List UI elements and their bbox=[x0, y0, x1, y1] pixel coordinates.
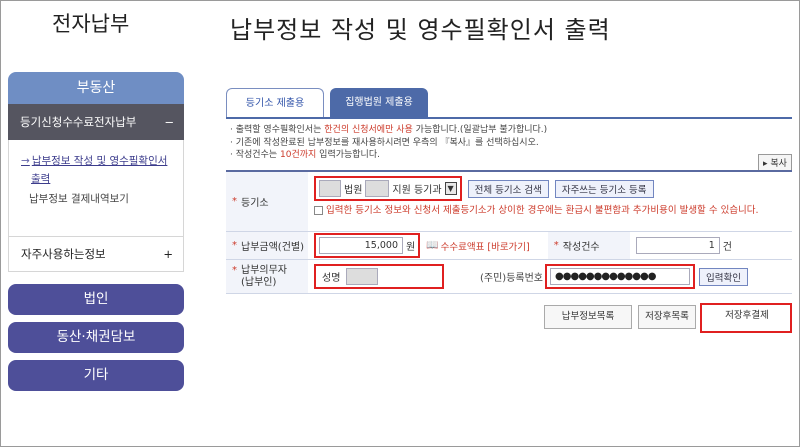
row-amount: * 납부금액(건별) 15,000 원 📖 수수료액표 [바로가기] * 작성건수 … bbox=[226, 232, 792, 260]
sidebar-button-movable-collateral[interactable]: 동산·채권담보 bbox=[8, 322, 184, 353]
sidebar-item-write-payment[interactable]: → 납부정보 작성 및 영수필확인서 bbox=[21, 152, 175, 170]
sidebar-item-write-payment-cont[interactable]: 출력 bbox=[21, 170, 175, 188]
book-icon: 📖 bbox=[426, 240, 439, 251]
arrow-right-icon: → bbox=[21, 155, 30, 167]
sidebar: 부동산 등기신청수수료전자납부 − → 납부정보 작성 및 영수필확인서 출력 납… bbox=[8, 72, 184, 391]
label-payer: * 납부의무자 (납부인) bbox=[226, 260, 308, 293]
save-and-pay-button[interactable]: 저장후결제 bbox=[707, 305, 787, 329]
copy-button[interactable]: ▸ 복사 bbox=[758, 154, 792, 171]
search-all-registry-button[interactable]: 전체 등기소 검색 bbox=[467, 179, 549, 198]
registry-warning: 입력한 등기소 정보와 신청서 제출등기소가 상이한 경우에는 환급시 불편함과… bbox=[314, 204, 786, 217]
sidebar-button-corporation[interactable]: 법인 bbox=[8, 284, 184, 315]
court-select[interactable] bbox=[319, 180, 341, 197]
sidebar-item-frequent-info[interactable]: 자주사용하는정보 + bbox=[8, 236, 184, 272]
amount-box: 15,000 원 bbox=[314, 233, 421, 258]
warning-checkbox[interactable] bbox=[314, 206, 323, 215]
note-3: · 작성건수는 10건까지 입력가능합니다. bbox=[230, 150, 380, 160]
row-registry: * 등기소 법원 지원 등기과 ▼ 전체 등기소 검색 자주쓰는 등기소 등록 입… bbox=[226, 172, 792, 232]
label-count: * 작성건수 bbox=[547, 232, 630, 259]
expand-icon[interactable]: + bbox=[163, 247, 173, 261]
brand-title: 전자납부 bbox=[52, 12, 130, 36]
instruction-notes: · 출력할 영수필확인서는 한건의 신청서에만 사용 가능합니다.(일괄납부 불… bbox=[230, 124, 547, 162]
sidebar-item-payment-history[interactable]: 납부정보 결제내역보기 bbox=[21, 190, 175, 208]
fee-table-link[interactable]: 수수료액표 [바로가기] bbox=[441, 239, 530, 253]
tab-registry-submission[interactable]: 등기소 제출용 bbox=[226, 88, 324, 118]
payer-name-input[interactable] bbox=[346, 268, 379, 285]
confirm-input-button[interactable]: 입력확인 bbox=[699, 267, 748, 286]
tab-underline bbox=[226, 117, 792, 119]
collapse-icon[interactable]: − bbox=[164, 115, 174, 129]
sidebar-subitems: → 납부정보 작성 및 영수필확인서 출력 납부정보 결제내역보기 bbox=[8, 140, 184, 236]
amount-input[interactable]: 15,000 bbox=[319, 237, 403, 254]
row-payer: * 납부의무자 (납부인) 성명 (주민)등록번호 ●●●●●●●●●●●●● 입… bbox=[226, 260, 792, 294]
note-1: · 출력할 영수필확인서는 한건의 신청서에만 사용 가능합니다.(일괄납부 불… bbox=[230, 125, 548, 135]
payment-list-button[interactable]: 납부정보목록 bbox=[544, 305, 632, 329]
payer-id-input[interactable]: ●●●●●●●●●●●●● bbox=[550, 268, 691, 285]
sidebar-header-real-estate[interactable]: 부동산 bbox=[8, 72, 184, 104]
label-amount: * 납부금액(건별) bbox=[226, 232, 308, 259]
page-title: 납부정보 작성 및 영수필확인서 출력 bbox=[230, 16, 611, 44]
sidebar-section-fee-payment[interactable]: 등기신청수수료전자납부 − bbox=[8, 104, 184, 140]
registry-selector[interactable]: 법원 지원 등기과 ▼ bbox=[314, 176, 462, 201]
payer-name-box: 성명 bbox=[314, 264, 444, 289]
sidebar-button-other[interactable]: 기타 bbox=[8, 360, 184, 391]
dropdown-arrow-icon[interactable]: ▼ bbox=[444, 182, 457, 195]
tab-bar: 등기소 제출용 집행법원 제출용 bbox=[226, 88, 428, 118]
payment-form: * 등기소 법원 지원 등기과 ▼ 전체 등기소 검색 자주쓰는 등기소 등록 입… bbox=[226, 170, 792, 294]
tab-court-submission[interactable]: 집행법원 제출용 bbox=[330, 88, 428, 118]
payer-id-box: ●●●●●●●●●●●●● bbox=[545, 264, 696, 289]
save-to-list-button[interactable]: 저장후목록 bbox=[638, 305, 696, 329]
count-input[interactable]: 1 bbox=[635, 237, 720, 254]
branch-select[interactable] bbox=[365, 180, 390, 197]
sidebar-section-label: 등기신청수수료전자납부 bbox=[20, 115, 137, 129]
label-registry: * 등기소 bbox=[226, 172, 308, 231]
register-favorite-registry-button[interactable]: 자주쓰는 등기소 등록 bbox=[554, 179, 654, 198]
note-2: · 기존에 작성완료된 납부정보를 재사용하시려면 우측의 『복사』를 선택하십… bbox=[230, 137, 539, 148]
